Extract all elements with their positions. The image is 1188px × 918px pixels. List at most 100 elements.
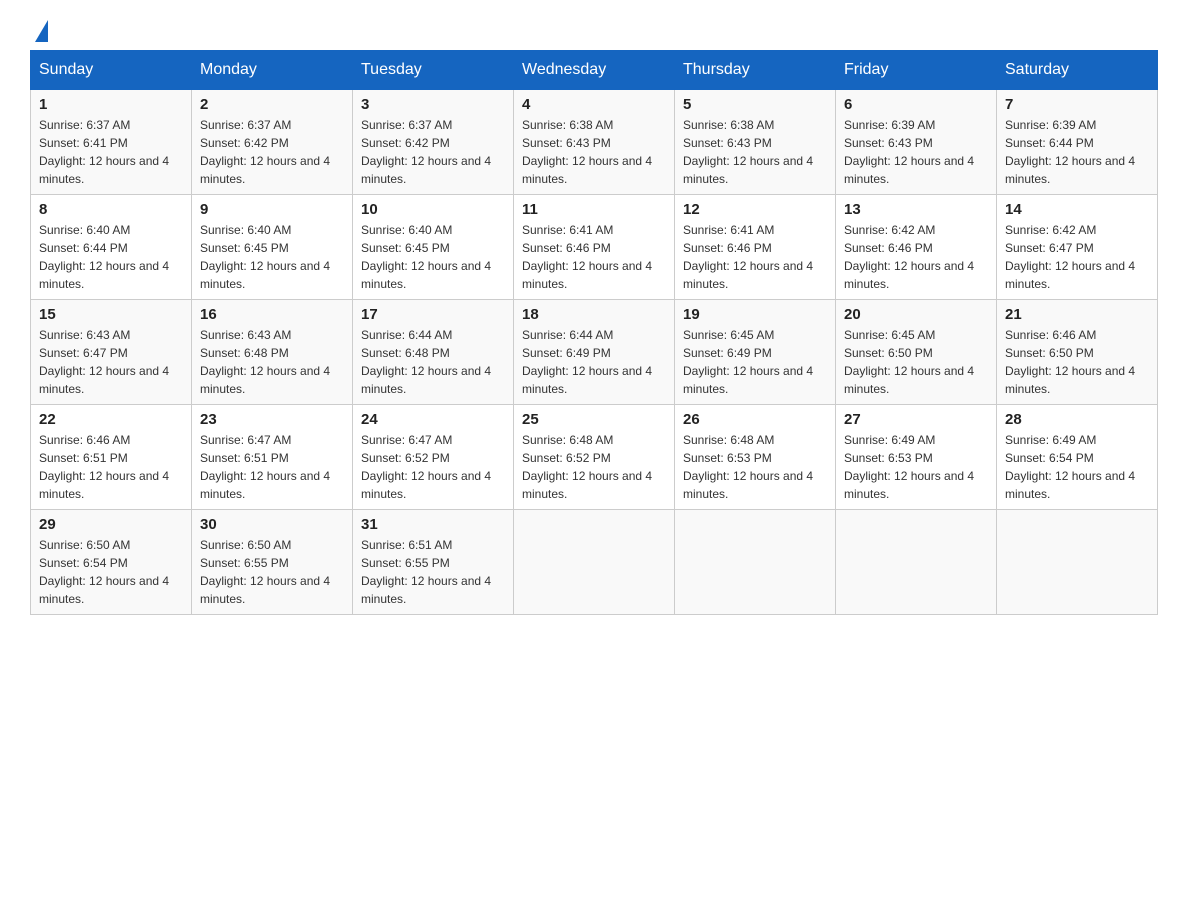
day-info: Sunrise: 6:39 AMSunset: 6:43 PMDaylight:… — [844, 118, 974, 186]
day-info: Sunrise: 6:47 AMSunset: 6:51 PMDaylight:… — [200, 433, 330, 501]
day-info: Sunrise: 6:42 AMSunset: 6:47 PMDaylight:… — [1005, 223, 1135, 291]
day-number: 8 — [39, 201, 183, 218]
calendar-cell: 16 Sunrise: 6:43 AMSunset: 6:48 PMDaylig… — [192, 300, 353, 405]
day-number: 22 — [39, 411, 183, 428]
day-number: 6 — [844, 96, 988, 113]
calendar-cell: 13 Sunrise: 6:42 AMSunset: 6:46 PMDaylig… — [836, 195, 997, 300]
calendar-cell: 27 Sunrise: 6:49 AMSunset: 6:53 PMDaylig… — [836, 405, 997, 510]
calendar-cell: 18 Sunrise: 6:44 AMSunset: 6:49 PMDaylig… — [514, 300, 675, 405]
day-info: Sunrise: 6:43 AMSunset: 6:48 PMDaylight:… — [200, 328, 330, 396]
calendar-cell: 2 Sunrise: 6:37 AMSunset: 6:42 PMDayligh… — [192, 90, 353, 195]
day-info: Sunrise: 6:42 AMSunset: 6:46 PMDaylight:… — [844, 223, 974, 291]
day-info: Sunrise: 6:48 AMSunset: 6:53 PMDaylight:… — [683, 433, 813, 501]
calendar-cell: 25 Sunrise: 6:48 AMSunset: 6:52 PMDaylig… — [514, 405, 675, 510]
day-number: 20 — [844, 306, 988, 323]
day-info: Sunrise: 6:41 AMSunset: 6:46 PMDaylight:… — [522, 223, 652, 291]
calendar-cell: 1 Sunrise: 6:37 AMSunset: 6:41 PMDayligh… — [31, 90, 192, 195]
day-info: Sunrise: 6:40 AMSunset: 6:45 PMDaylight:… — [200, 223, 330, 291]
day-info: Sunrise: 6:46 AMSunset: 6:51 PMDaylight:… — [39, 433, 169, 501]
header-monday: Monday — [192, 51, 353, 90]
calendar-cell: 9 Sunrise: 6:40 AMSunset: 6:45 PMDayligh… — [192, 195, 353, 300]
logo — [30, 20, 48, 40]
day-info: Sunrise: 6:46 AMSunset: 6:50 PMDaylight:… — [1005, 328, 1135, 396]
day-number: 2 — [200, 96, 344, 113]
day-info: Sunrise: 6:50 AMSunset: 6:55 PMDaylight:… — [200, 538, 330, 606]
day-number: 31 — [361, 516, 505, 533]
day-number: 19 — [683, 306, 827, 323]
day-info: Sunrise: 6:41 AMSunset: 6:46 PMDaylight:… — [683, 223, 813, 291]
day-number: 12 — [683, 201, 827, 218]
calendar-cell — [836, 510, 997, 615]
day-info: Sunrise: 6:44 AMSunset: 6:49 PMDaylight:… — [522, 328, 652, 396]
day-number: 29 — [39, 516, 183, 533]
day-info: Sunrise: 6:40 AMSunset: 6:44 PMDaylight:… — [39, 223, 169, 291]
day-info: Sunrise: 6:49 AMSunset: 6:53 PMDaylight:… — [844, 433, 974, 501]
header-friday: Friday — [836, 51, 997, 90]
calendar-cell: 28 Sunrise: 6:49 AMSunset: 6:54 PMDaylig… — [997, 405, 1158, 510]
day-number: 9 — [200, 201, 344, 218]
calendar-cell: 31 Sunrise: 6:51 AMSunset: 6:55 PMDaylig… — [353, 510, 514, 615]
calendar-cell — [997, 510, 1158, 615]
calendar-cell: 17 Sunrise: 6:44 AMSunset: 6:48 PMDaylig… — [353, 300, 514, 405]
header-wednesday: Wednesday — [514, 51, 675, 90]
day-number: 27 — [844, 411, 988, 428]
calendar-cell: 14 Sunrise: 6:42 AMSunset: 6:47 PMDaylig… — [997, 195, 1158, 300]
calendar-cell: 3 Sunrise: 6:37 AMSunset: 6:42 PMDayligh… — [353, 90, 514, 195]
calendar-cell: 24 Sunrise: 6:47 AMSunset: 6:52 PMDaylig… — [353, 405, 514, 510]
day-info: Sunrise: 6:37 AMSunset: 6:41 PMDaylight:… — [39, 118, 169, 186]
day-info: Sunrise: 6:40 AMSunset: 6:45 PMDaylight:… — [361, 223, 491, 291]
day-info: Sunrise: 6:43 AMSunset: 6:47 PMDaylight:… — [39, 328, 169, 396]
calendar-week-row: 29 Sunrise: 6:50 AMSunset: 6:54 PMDaylig… — [31, 510, 1158, 615]
day-number: 10 — [361, 201, 505, 218]
day-number: 5 — [683, 96, 827, 113]
header-sunday: Sunday — [31, 51, 192, 90]
calendar-cell: 7 Sunrise: 6:39 AMSunset: 6:44 PMDayligh… — [997, 90, 1158, 195]
calendar-cell: 30 Sunrise: 6:50 AMSunset: 6:55 PMDaylig… — [192, 510, 353, 615]
header-saturday: Saturday — [997, 51, 1158, 90]
calendar-cell: 20 Sunrise: 6:45 AMSunset: 6:50 PMDaylig… — [836, 300, 997, 405]
calendar-cell: 11 Sunrise: 6:41 AMSunset: 6:46 PMDaylig… — [514, 195, 675, 300]
day-number: 4 — [522, 96, 666, 113]
calendar-cell: 26 Sunrise: 6:48 AMSunset: 6:53 PMDaylig… — [675, 405, 836, 510]
day-number: 15 — [39, 306, 183, 323]
day-number: 23 — [200, 411, 344, 428]
calendar-cell: 15 Sunrise: 6:43 AMSunset: 6:47 PMDaylig… — [31, 300, 192, 405]
calendar-cell — [514, 510, 675, 615]
day-info: Sunrise: 6:45 AMSunset: 6:50 PMDaylight:… — [844, 328, 974, 396]
day-number: 13 — [844, 201, 988, 218]
day-info: Sunrise: 6:47 AMSunset: 6:52 PMDaylight:… — [361, 433, 491, 501]
header-thursday: Thursday — [675, 51, 836, 90]
day-number: 16 — [200, 306, 344, 323]
day-info: Sunrise: 6:50 AMSunset: 6:54 PMDaylight:… — [39, 538, 169, 606]
calendar-cell — [675, 510, 836, 615]
day-info: Sunrise: 6:37 AMSunset: 6:42 PMDaylight:… — [361, 118, 491, 186]
day-number: 25 — [522, 411, 666, 428]
calendar-cell: 29 Sunrise: 6:50 AMSunset: 6:54 PMDaylig… — [31, 510, 192, 615]
day-number: 11 — [522, 201, 666, 218]
calendar-table: SundayMondayTuesdayWednesdayThursdayFrid… — [30, 50, 1158, 615]
calendar-header-row: SundayMondayTuesdayWednesdayThursdayFrid… — [31, 51, 1158, 90]
day-number: 30 — [200, 516, 344, 533]
calendar-week-row: 15 Sunrise: 6:43 AMSunset: 6:47 PMDaylig… — [31, 300, 1158, 405]
day-number: 18 — [522, 306, 666, 323]
calendar-cell: 22 Sunrise: 6:46 AMSunset: 6:51 PMDaylig… — [31, 405, 192, 510]
calendar-cell: 6 Sunrise: 6:39 AMSunset: 6:43 PMDayligh… — [836, 90, 997, 195]
day-number: 17 — [361, 306, 505, 323]
day-number: 14 — [1005, 201, 1149, 218]
day-number: 28 — [1005, 411, 1149, 428]
day-info: Sunrise: 6:39 AMSunset: 6:44 PMDaylight:… — [1005, 118, 1135, 186]
day-number: 7 — [1005, 96, 1149, 113]
day-info: Sunrise: 6:38 AMSunset: 6:43 PMDaylight:… — [683, 118, 813, 186]
day-info: Sunrise: 6:37 AMSunset: 6:42 PMDaylight:… — [200, 118, 330, 186]
day-number: 24 — [361, 411, 505, 428]
day-info: Sunrise: 6:48 AMSunset: 6:52 PMDaylight:… — [522, 433, 652, 501]
day-info: Sunrise: 6:45 AMSunset: 6:49 PMDaylight:… — [683, 328, 813, 396]
day-info: Sunrise: 6:44 AMSunset: 6:48 PMDaylight:… — [361, 328, 491, 396]
calendar-week-row: 8 Sunrise: 6:40 AMSunset: 6:44 PMDayligh… — [31, 195, 1158, 300]
calendar-week-row: 22 Sunrise: 6:46 AMSunset: 6:51 PMDaylig… — [31, 405, 1158, 510]
calendar-cell: 19 Sunrise: 6:45 AMSunset: 6:49 PMDaylig… — [675, 300, 836, 405]
day-info: Sunrise: 6:38 AMSunset: 6:43 PMDaylight:… — [522, 118, 652, 186]
calendar-cell: 4 Sunrise: 6:38 AMSunset: 6:43 PMDayligh… — [514, 90, 675, 195]
calendar-cell: 10 Sunrise: 6:40 AMSunset: 6:45 PMDaylig… — [353, 195, 514, 300]
day-number: 1 — [39, 96, 183, 113]
